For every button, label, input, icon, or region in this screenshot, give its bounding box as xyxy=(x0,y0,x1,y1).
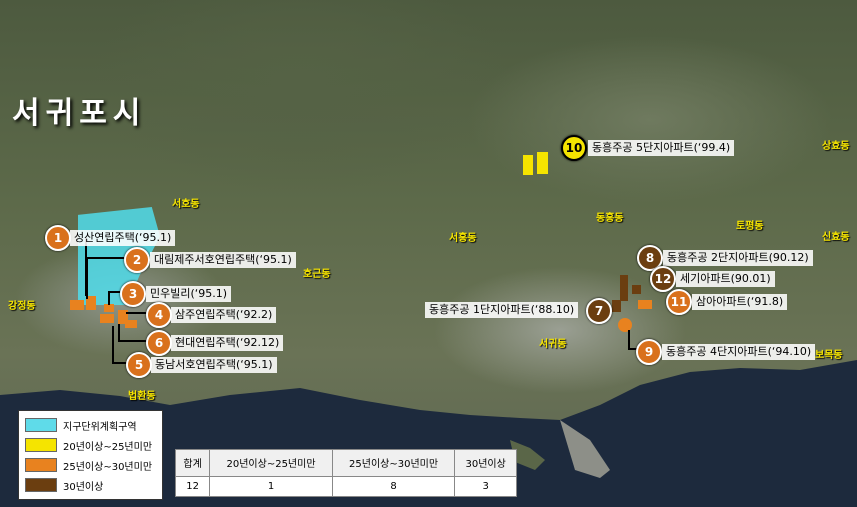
building-footprint xyxy=(638,300,652,309)
complex-marker-2[interactable]: 2 xyxy=(124,247,150,273)
leader-line xyxy=(112,362,126,364)
building-footprint xyxy=(70,300,84,310)
legend-label: 지구단위계획구역 xyxy=(63,421,137,433)
complex-marker-4[interactable]: 4 xyxy=(146,302,172,328)
leader-line xyxy=(118,324,120,342)
dong-label-sanghyo: 상효동 xyxy=(822,141,850,152)
dong-label-seohong: 서홍동 xyxy=(449,233,477,244)
complex-label-12: 세기아파트(90.01) xyxy=(676,271,775,287)
legend-row-20-25: 20년이상~25년미만 xyxy=(25,435,156,455)
summary-header-20-25: 20년이상~25년미만 xyxy=(209,449,333,477)
leader-line xyxy=(86,257,124,259)
building-footprint xyxy=(612,300,621,312)
dong-label-tohyeong: 토평동 xyxy=(736,221,764,232)
building-footprint xyxy=(104,304,114,312)
building-footprint xyxy=(620,275,628,301)
building-footprint xyxy=(632,285,641,294)
dong-label-seogwi: 서귀동 xyxy=(539,339,567,350)
building-footprint xyxy=(125,320,137,328)
legend-row-30-plus: 30년이상 xyxy=(25,475,156,495)
legend-label: 25년이상~30년미만 xyxy=(63,461,153,473)
leader-line xyxy=(112,326,114,364)
summary-value-30-plus: 3 xyxy=(454,475,517,498)
complex-marker-12[interactable]: 12 xyxy=(650,266,676,292)
summary-header-total: 합계 xyxy=(174,449,211,477)
leader-line xyxy=(86,257,88,299)
legend-row-zone: 지구단위계획구역 xyxy=(25,415,156,435)
leader-line xyxy=(108,291,110,305)
summary-value-row: 12 1 8 3 xyxy=(174,475,517,498)
complex-label-7: 동흥주공 1단지아파트(‘88.10) xyxy=(425,302,579,318)
dong-label-donghong: 동홍동 xyxy=(596,213,624,224)
region-title: 서귀포시 xyxy=(12,96,147,131)
complex-marker-6[interactable]: 6 xyxy=(146,330,172,356)
dong-label-seoho: 서호동 xyxy=(172,199,200,210)
complex-label-6: 현대연립주택(‘92.12) xyxy=(171,335,284,351)
map-legend: 지구단위계획구역 20년이상~25년미만 25년이상~30년미만 30년이상 xyxy=(18,410,163,500)
summary-header-30-plus: 30년이상 xyxy=(454,449,517,477)
legend-swatch xyxy=(25,478,57,492)
legend-swatch xyxy=(25,438,57,452)
building-footprint xyxy=(100,314,114,323)
summary-header-row: 합계 20년이상~25년미만 25년이상~30년미만 30년이상 xyxy=(174,449,517,477)
complex-marker-7[interactable]: 7 xyxy=(586,298,612,324)
complex-marker-1[interactable]: 1 xyxy=(45,225,71,251)
complex-marker-3[interactable]: 3 xyxy=(120,281,146,307)
dong-label-bomok: 보목동 xyxy=(815,350,843,361)
legend-swatch xyxy=(25,418,57,432)
summary-table: 합계 20년이상~25년미만 25년이상~30년미만 30년이상 12 1 8 … xyxy=(174,449,517,498)
complex-marker-5[interactable]: 5 xyxy=(126,352,152,378)
legend-label: 30년이상 xyxy=(63,481,104,493)
leader-line xyxy=(628,330,630,350)
complex-marker-11[interactable]: 11 xyxy=(666,289,692,315)
complex-label-11: 삼아아파트(‘91.8) xyxy=(692,294,788,310)
dong-label-gangjeong: 강정동 xyxy=(8,301,36,312)
leader-line xyxy=(118,340,146,342)
complex-label-3: 민우빌리(‘95.1) xyxy=(146,286,232,302)
legend-swatch xyxy=(25,458,57,472)
summary-value-total: 12 xyxy=(174,475,211,498)
building-footprint xyxy=(523,155,533,175)
summary-value-25-30: 8 xyxy=(331,475,456,498)
complex-label-8: 동흥주공 2단지아파트(90.12) xyxy=(663,250,813,266)
legend-label: 20년이상~25년미만 xyxy=(63,441,153,453)
dong-label-beophwan: 법환동 xyxy=(128,391,156,402)
dong-label-sinhyo: 신효동 xyxy=(822,232,850,243)
legend-row-25-30: 25년이상~30년미만 xyxy=(25,455,156,475)
summary-value-20-25: 1 xyxy=(209,475,333,498)
complex-label-10: 동흥주공 5단지아파트(‘99.4) xyxy=(588,140,735,156)
complex-label-1: 성산연립주택(‘95.1) xyxy=(70,230,176,246)
dong-label-hogeun: 호근동 xyxy=(303,269,331,280)
aerial-map[interactable]: 서귀포시 서호동 강정동 호근동 법환동 서홍동 동홍동 서귀동 토평동 상효동… xyxy=(0,0,857,507)
complex-label-4: 삼주연립주택(‘92.2) xyxy=(171,307,277,323)
complex-label-9: 동흥주공 4단지아파트(‘94.10) xyxy=(662,344,816,360)
building-footprint xyxy=(537,152,548,174)
complex-label-2: 대림제주서호연립주택(‘95.1) xyxy=(150,252,296,268)
summary-header-25-30: 25년이상~30년미만 xyxy=(331,449,456,477)
complex-marker-9[interactable]: 9 xyxy=(636,339,662,365)
leader-line xyxy=(126,312,146,314)
complex-marker-10[interactable]: 10 xyxy=(561,135,587,161)
complex-label-5: 동남서호연립주택(‘95.1) xyxy=(151,357,277,373)
